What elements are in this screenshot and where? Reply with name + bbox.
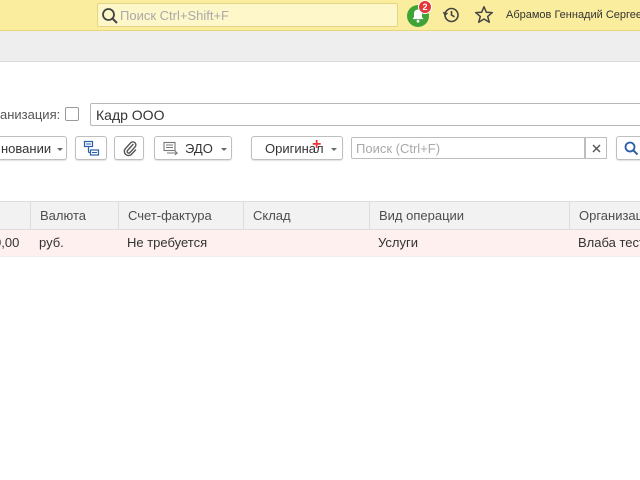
cell-value: Не требуется bbox=[127, 235, 208, 250]
cell-organization: Влаба тест bbox=[569, 230, 640, 256]
cell-invoice: Не требуется bbox=[118, 230, 243, 256]
cell-warehouse bbox=[243, 230, 369, 256]
structure-icon bbox=[83, 140, 100, 156]
paperclip-icon bbox=[123, 141, 137, 157]
user-name[interactable]: Абрамов Геннадий Сергеевич bbox=[506, 9, 640, 21]
global-search-placeholder: Поиск Ctrl+Shift+F bbox=[120, 8, 229, 23]
global-search-input[interactable]: Поиск Ctrl+Shift+F bbox=[97, 3, 398, 27]
create-based-on-label: новании bbox=[1, 141, 52, 156]
attach-file-button[interactable] bbox=[114, 136, 144, 160]
structure-button[interactable] bbox=[75, 136, 107, 160]
column-header-invoice[interactable]: Счет-фактура bbox=[118, 202, 243, 230]
table-row[interactable]: 0,00 руб. Не требуется Услуги Влаба тест bbox=[0, 230, 640, 257]
search-icon bbox=[102, 8, 118, 24]
column-header-warehouse[interactable]: Склад bbox=[243, 202, 369, 230]
clear-search-button[interactable] bbox=[585, 137, 607, 159]
top-bar: Поиск Ctrl+Shift+F 2 Абрамов Геннадий Се… bbox=[0, 0, 640, 31]
organization-field[interactable]: Кадр ООО bbox=[90, 103, 640, 126]
chevron-down-icon bbox=[57, 148, 63, 151]
cell-currency: руб. bbox=[30, 230, 118, 256]
column-header-organization[interactable]: Организация bbox=[569, 202, 640, 230]
organization-label: анизация: bbox=[0, 107, 61, 122]
favorites-star-icon[interactable] bbox=[474, 5, 494, 25]
edo-icon bbox=[163, 141, 179, 156]
original-status-button[interactable]: Оригинал + bbox=[251, 136, 343, 160]
list-search-placeholder: Поиск (Ctrl+F) bbox=[356, 141, 441, 156]
cell-value: Услуги bbox=[378, 235, 418, 250]
search-icon bbox=[624, 141, 639, 156]
edo-label: ЭДО bbox=[185, 141, 213, 156]
cell-value: руб. bbox=[39, 235, 64, 250]
cell-sum: 0,00 bbox=[0, 230, 30, 256]
red-cursor-mark: + bbox=[312, 136, 322, 153]
cell-value: 0,00 bbox=[0, 235, 20, 250]
list-search-input[interactable]: Поиск (Ctrl+F) bbox=[351, 137, 585, 159]
cell-operation-type: Услуги bbox=[369, 230, 569, 256]
create-based-on-button[interactable]: новании bbox=[0, 136, 67, 160]
column-header-label: Вид операции bbox=[379, 208, 465, 223]
find-button[interactable] bbox=[616, 136, 640, 160]
column-header-label: Склад bbox=[253, 208, 291, 223]
cell-value: Влаба тест bbox=[578, 235, 640, 250]
organization-filter-checkbox[interactable] bbox=[65, 107, 79, 121]
column-header-currency[interactable]: Валюта bbox=[30, 202, 118, 230]
table-header: Валюта Счет-фактура Склад Вид операции О… bbox=[0, 201, 640, 230]
chevron-down-icon bbox=[331, 148, 337, 151]
column-header-sum[interactable] bbox=[0, 202, 30, 230]
column-header-operation-type[interactable]: Вид операции bbox=[369, 202, 569, 230]
chevron-down-icon bbox=[221, 148, 227, 151]
history-icon[interactable] bbox=[442, 6, 460, 24]
edo-button[interactable]: ЭДО bbox=[154, 136, 232, 160]
column-header-label: Счет-фактура bbox=[128, 208, 212, 223]
close-icon bbox=[592, 144, 601, 153]
organization-value: Кадр ООО bbox=[96, 107, 165, 123]
column-header-label: Организация bbox=[579, 208, 640, 223]
column-header-label: Валюта bbox=[40, 208, 86, 223]
tab-strip bbox=[0, 31, 640, 62]
notifications-badge: 2 bbox=[418, 0, 432, 14]
